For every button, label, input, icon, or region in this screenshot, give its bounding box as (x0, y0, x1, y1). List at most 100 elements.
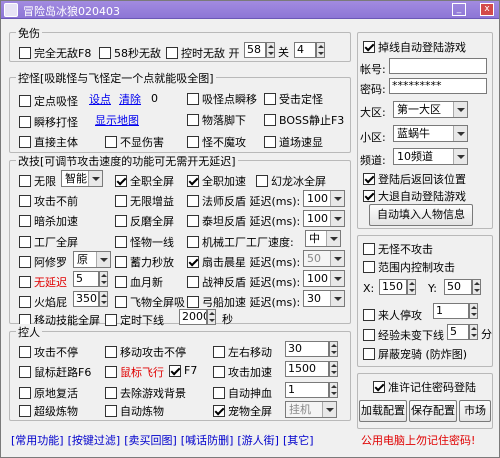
checkbox-auto-login[interactable]: 掉线自动登陆游戏 (363, 39, 466, 55)
checkbox-no-magic[interactable]: 怪不魔攻 (187, 134, 246, 150)
chevron-down-icon[interactable] (453, 126, 467, 141)
exp-spinner[interactable] (469, 324, 478, 340)
link-common-functions[interactable]: [常用功能] (11, 434, 64, 447)
checkbox-timed-logout[interactable]: 定时下线 (105, 312, 164, 328)
checkbox-box[interactable] (363, 243, 375, 255)
someone-spinner[interactable] (469, 303, 478, 319)
fan-star-select[interactable]: 50 (303, 250, 345, 267)
checkbox-box[interactable] (363, 41, 375, 53)
checkbox-box[interactable] (169, 364, 181, 377)
y-input[interactable]: 50 (444, 279, 472, 295)
checkbox-pet-fullscreen[interactable]: 宠物全屏 (213, 403, 272, 419)
factory-speed-select[interactable]: 中 (305, 230, 341, 247)
y-spinner[interactable] (472, 279, 481, 295)
checkbox-range-control[interactable]: 范围内控制攻击 (363, 259, 455, 275)
clear-link[interactable]: 清除 (119, 91, 141, 107)
account-input[interactable] (389, 58, 487, 74)
checkbox-box[interactable] (363, 261, 375, 273)
checkbox-move-attack[interactable]: 移动攻击不停 (105, 344, 186, 360)
chevron-down-icon[interactable] (330, 211, 344, 226)
checkbox-mage-reflect[interactable]: 法师反盾 延迟(ms): (187, 193, 300, 209)
checkbox-assassin-speed[interactable]: 暗杀加速 (19, 213, 78, 229)
checkbox-hide-damage[interactable]: 不显伤害 (105, 134, 164, 150)
checkbox-war-reflect[interactable]: 战神反盾 延迟(ms): (187, 274, 300, 290)
checkbox-box[interactable] (264, 114, 276, 126)
checkbox-box[interactable] (187, 236, 199, 248)
checkbox-item-drop[interactable]: 物落脚下 (187, 112, 246, 128)
checkbox-box[interactable] (187, 175, 199, 187)
checkbox-auto-blood[interactable]: 自动抻血 (213, 385, 272, 401)
checkbox-auto-refine[interactable]: 自动炼物 (105, 403, 164, 419)
checkbox-box[interactable] (213, 366, 225, 378)
auto-blood-spinner[interactable] (329, 382, 338, 398)
chevron-down-icon[interactable] (330, 291, 344, 306)
checkbox-infinite-buff[interactable]: 无限增益 (115, 193, 174, 209)
checkbox-left-right[interactable]: 左右移动 (213, 344, 272, 360)
checkbox-fixed-suck[interactable]: 定点吸怪 (19, 93, 78, 109)
link-shout[interactable]: [喊话防删] (181, 434, 234, 447)
checkbox-box[interactable] (187, 296, 199, 308)
checkbox-hide-pet-ride[interactable]: 屏蔽宠骑 (防炸图) (363, 346, 467, 362)
checkbox-box[interactable] (19, 236, 31, 248)
checkbox-box[interactable] (363, 173, 375, 185)
checkbox-dojo-speed[interactable]: 道场速显 (264, 134, 323, 150)
chevron-down-icon[interactable] (330, 271, 344, 286)
checkbox-box[interactable] (19, 256, 31, 268)
x-spinner[interactable] (407, 279, 416, 295)
show-map-link[interactable]: 显示地图 (95, 112, 139, 128)
checkbox-boss-freeze[interactable]: BOSS静止F3 (264, 112, 344, 128)
unlimited-mode-select[interactable]: 智能 (61, 170, 103, 187)
link-trade-map[interactable]: [卖买回图] (124, 434, 177, 447)
checkbox-box[interactable] (363, 190, 375, 202)
checkbox-box[interactable] (373, 381, 385, 393)
checkbox-mouse-travel[interactable]: 鼠标赶路F6 (19, 364, 91, 380)
pet-mode-select[interactable]: 挂机 (285, 401, 337, 418)
war-reflect-select[interactable]: 100 (303, 270, 345, 287)
checkbox-box[interactable] (187, 93, 199, 105)
chevron-down-icon[interactable] (453, 102, 467, 117)
checkbox-charge-release[interactable]: 蓄力秒放 (115, 254, 174, 270)
checkbox-box[interactable] (213, 346, 225, 358)
checkbox-titan-reflect[interactable]: 泰坦反盾 延迟(ms): (187, 213, 300, 229)
mage-reflect-select[interactable]: 100 (303, 190, 345, 207)
zone-select[interactable]: 蓝蜗牛 (393, 125, 468, 142)
checkbox-box[interactable] (363, 329, 375, 341)
password-input[interactable]: ********* (389, 78, 487, 94)
bow-speed-select[interactable]: 30 (303, 290, 345, 307)
checkbox-box[interactable] (166, 47, 178, 59)
checkbox-box[interactable] (19, 175, 31, 187)
someone-input[interactable]: 1 (433, 303, 469, 319)
checkbox-hit-fix[interactable]: 受击定怪 (264, 91, 323, 107)
attack-speed-input[interactable]: 1500 (285, 361, 329, 377)
no-delay-spinner[interactable] (99, 271, 108, 287)
timed-logout-input[interactable]: 2000 (179, 309, 207, 325)
checkbox-box[interactable] (187, 256, 199, 268)
no-delay-input[interactable]: 5 (73, 271, 99, 287)
auto-blood-input[interactable]: 1 (285, 382, 329, 398)
attack-speed-spinner[interactable] (329, 361, 338, 377)
checkbox-box[interactable] (19, 366, 31, 378)
checkbox-super-refine[interactable]: 超级炼物 (19, 403, 78, 419)
checkbox-fan-star[interactable]: 扇击晨星 延迟(ms): (187, 254, 300, 270)
timed-off-spinner[interactable] (316, 42, 325, 58)
chevron-down-icon[interactable] (330, 191, 344, 206)
checkbox-factory-fullscreen[interactable]: 工厂全屏 (19, 234, 78, 250)
chevron-down-icon[interactable] (453, 149, 467, 164)
checkbox-box[interactable] (264, 136, 276, 148)
timed-logout-spinner[interactable] (207, 309, 216, 325)
chevron-down-icon[interactable] (326, 231, 340, 246)
checkbox-remember-password[interactable]: 准许记住密码登陆 (373, 379, 476, 395)
timed-on-spinner[interactable] (266, 42, 275, 58)
checkbox-no-monster-no-attack[interactable]: 无怪不攻击 (363, 241, 433, 257)
exp-input[interactable]: 5 (447, 324, 469, 340)
checkbox-box[interactable] (256, 175, 268, 187)
checkbox-f7[interactable]: F7 (169, 364, 197, 377)
checkbox-mouse-fly[interactable]: 鼠标飞行 (105, 364, 164, 380)
checkbox-suck-teleport[interactable]: 吸怪点瞬移 (187, 91, 257, 107)
checkbox-box[interactable] (115, 296, 127, 308)
checkbox-dragon-ice[interactable]: 幻龙冰全屏 (256, 173, 326, 189)
checkbox-flame-fart[interactable]: 火焰屁 (19, 294, 67, 310)
checkbox-box[interactable] (19, 296, 31, 308)
checkbox-swift-hit[interactable]: 瞬移打怪 (19, 114, 78, 130)
checkbox-box[interactable] (105, 387, 117, 399)
